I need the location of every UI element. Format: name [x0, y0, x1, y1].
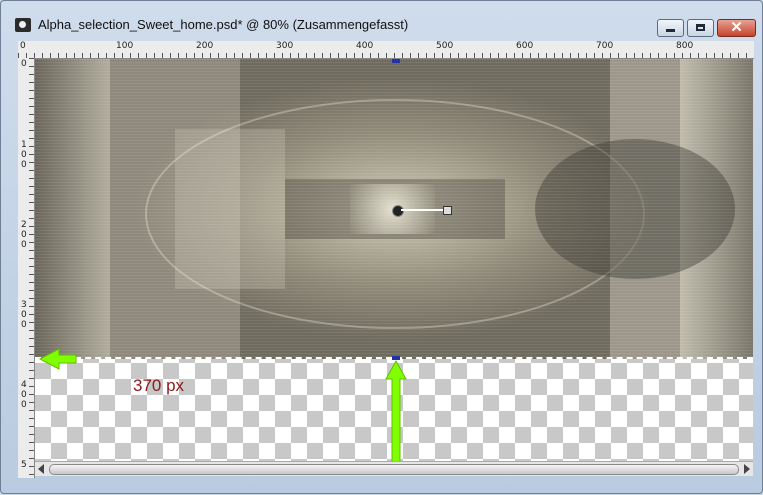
ruler-label: 1 0 0: [21, 140, 27, 170]
ruler-label: 5: [21, 460, 27, 470]
ruler-label: 3 0 0: [21, 300, 27, 330]
minimize-button[interactable]: [657, 19, 684, 37]
image-window: Alpha_selection_Sweet_home.psd* @ 80% (Z…: [0, 0, 763, 494]
scroll-left-icon[interactable]: [38, 464, 44, 474]
horizontal-ruler[interactable]: 0 100 200 300 400 500 600 700 800: [18, 41, 754, 59]
ruler-label: 0: [20, 41, 26, 51]
close-icon: ✕: [730, 19, 743, 36]
ruler-label: 700: [596, 41, 614, 51]
ruler-label: 300: [276, 41, 294, 51]
title-bar[interactable]: Alpha_selection_Sweet_home.psd* @ 80% (Z…: [1, 1, 762, 37]
ruler-label: 4 0 0: [21, 380, 27, 410]
close-button[interactable]: ✕: [717, 19, 756, 37]
ruler-label: 0: [21, 59, 27, 69]
selection-marquee: [35, 357, 753, 359]
scrollbar-thumb[interactable]: [49, 464, 739, 475]
horizontal-scrollbar[interactable]: [35, 461, 753, 476]
ruler-label: 400: [356, 41, 374, 51]
rotation-handle[interactable]: [443, 206, 452, 215]
paint-app-icon: [15, 18, 31, 32]
window-title: Alpha_selection_Sweet_home.psd* @ 80% (Z…: [38, 17, 409, 32]
measurement-annotation: 370 px: [133, 376, 185, 395]
ruler-label: 2 0 0: [21, 220, 27, 250]
ruler-label: 100: [116, 41, 134, 51]
ruler-label: 500: [436, 41, 454, 51]
ruler-label: 200: [196, 41, 214, 51]
object-center-icon[interactable]: [392, 205, 404, 217]
ruler-label: 600: [516, 41, 534, 51]
scroll-right-icon[interactable]: [744, 464, 750, 474]
image-canvas[interactable]: [35, 59, 753, 461]
maximize-button[interactable]: [687, 19, 714, 37]
ruler-label: 800: [676, 41, 694, 51]
rotation-handle-line: [401, 209, 443, 211]
vertical-ruler[interactable]: 0 1 0 0 2 0 0 3 0 0 4 0 0 5: [18, 58, 35, 478]
